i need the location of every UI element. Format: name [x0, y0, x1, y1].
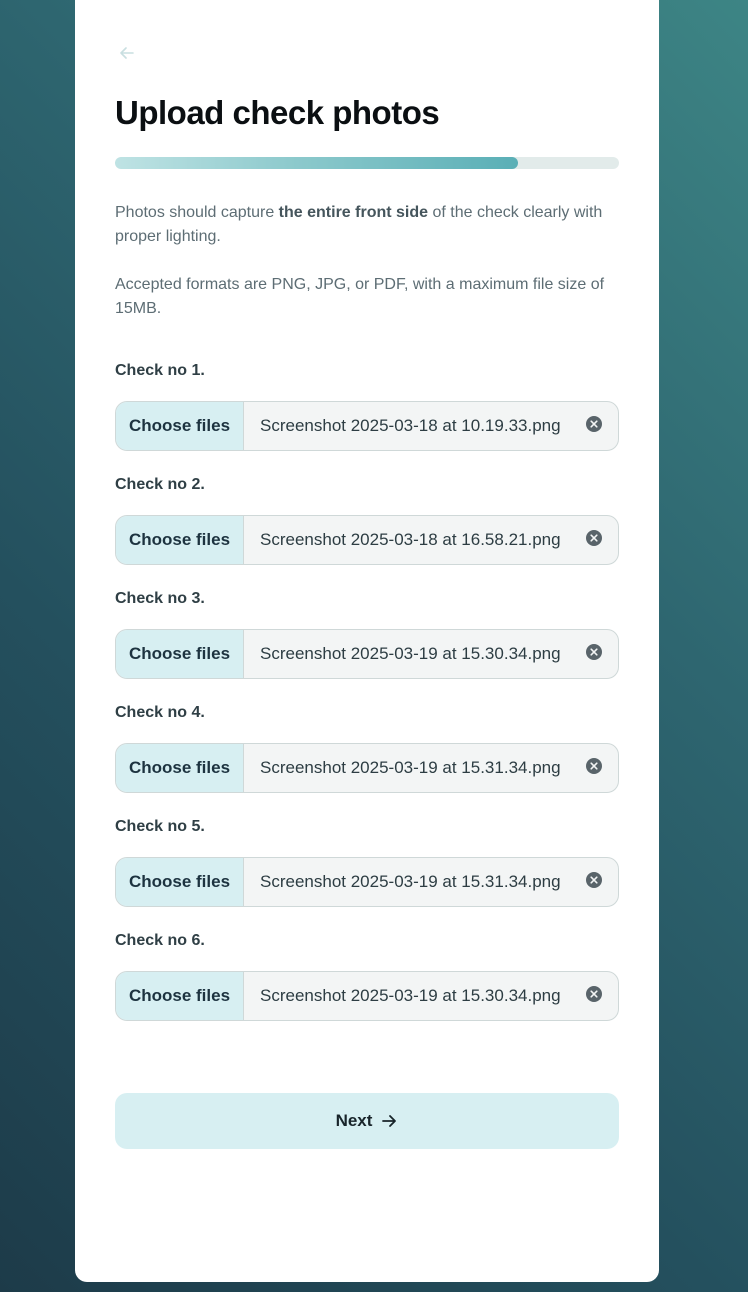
close-circle-icon [585, 415, 603, 438]
choose-files-button[interactable]: Choose files [116, 402, 244, 450]
file-upload-field: Choose files Screenshot 2025-03-19 at 15.… [115, 971, 619, 1021]
photo-instructions-emphasis: the entire front side [278, 204, 429, 221]
remove-file-button[interactable] [570, 516, 618, 564]
arrow-left-icon [117, 43, 137, 68]
check-label: Check no 1. [115, 362, 205, 379]
close-circle-icon [585, 985, 603, 1008]
close-circle-icon [585, 871, 603, 894]
close-circle-icon [585, 529, 603, 552]
selected-file-name: Screenshot 2025-03-19 at 15.31.34.png [260, 758, 561, 777]
file-upload-field: Choose files Screenshot 2025-03-19 at 15.… [115, 857, 619, 907]
remove-file-button[interactable] [570, 630, 618, 678]
choose-files-button[interactable]: Choose files [116, 744, 244, 792]
file-upload-field: Choose files Screenshot 2025-03-18 at 16.… [115, 515, 619, 565]
arrow-right-icon [380, 1112, 398, 1130]
check-label: Check no 4. [115, 704, 205, 721]
selected-file-name: Screenshot 2025-03-19 at 15.30.34.png [260, 644, 561, 663]
remove-file-button[interactable] [570, 744, 618, 792]
check-label: Check no 5. [115, 818, 205, 835]
selected-file-name: Screenshot 2025-03-18 at 16.58.21.png [260, 530, 561, 549]
next-button-label: Next [335, 1111, 373, 1130]
page-title: Upload check photos [115, 94, 440, 131]
next-button[interactable]: Next [115, 1093, 619, 1149]
selected-file-name: Screenshot 2025-03-18 at 10.19.33.png [260, 416, 561, 435]
close-circle-icon [585, 757, 603, 780]
file-upload-field: Choose files Screenshot 2025-03-18 at 10.… [115, 401, 619, 451]
file-upload-field: Choose files Screenshot 2025-03-19 at 15.… [115, 629, 619, 679]
choose-files-button[interactable]: Choose files [116, 972, 244, 1020]
selected-file-name: Screenshot 2025-03-19 at 15.31.34.png [260, 872, 561, 891]
selected-file-name: Screenshot 2025-03-19 at 15.30.34.png [260, 986, 561, 1005]
progress-bar [115, 157, 619, 169]
choose-files-button[interactable]: Choose files [116, 630, 244, 678]
back-button[interactable] [115, 43, 139, 67]
check-label: Check no 3. [115, 590, 205, 607]
close-circle-icon [585, 643, 603, 666]
remove-file-button[interactable] [570, 402, 618, 450]
remove-file-button[interactable] [570, 972, 618, 1020]
progress-fill [115, 157, 519, 169]
choose-files-button[interactable]: Choose files [116, 858, 244, 906]
check-label: Check no 2. [115, 476, 205, 493]
accepted-formats-text: Accepted formats are PNG, JPG, or PDF, w… [115, 276, 605, 317]
remove-file-button[interactable] [570, 858, 618, 906]
photo-instructions-before: Photos should capture [115, 204, 279, 221]
photo-instructions: Photos should capture the entire front s… [115, 201, 621, 249]
choose-files-button[interactable]: Choose files [116, 516, 244, 564]
file-upload-field: Choose files Screenshot 2025-03-19 at 15.… [115, 743, 619, 793]
check-label: Check no 6. [115, 932, 205, 949]
